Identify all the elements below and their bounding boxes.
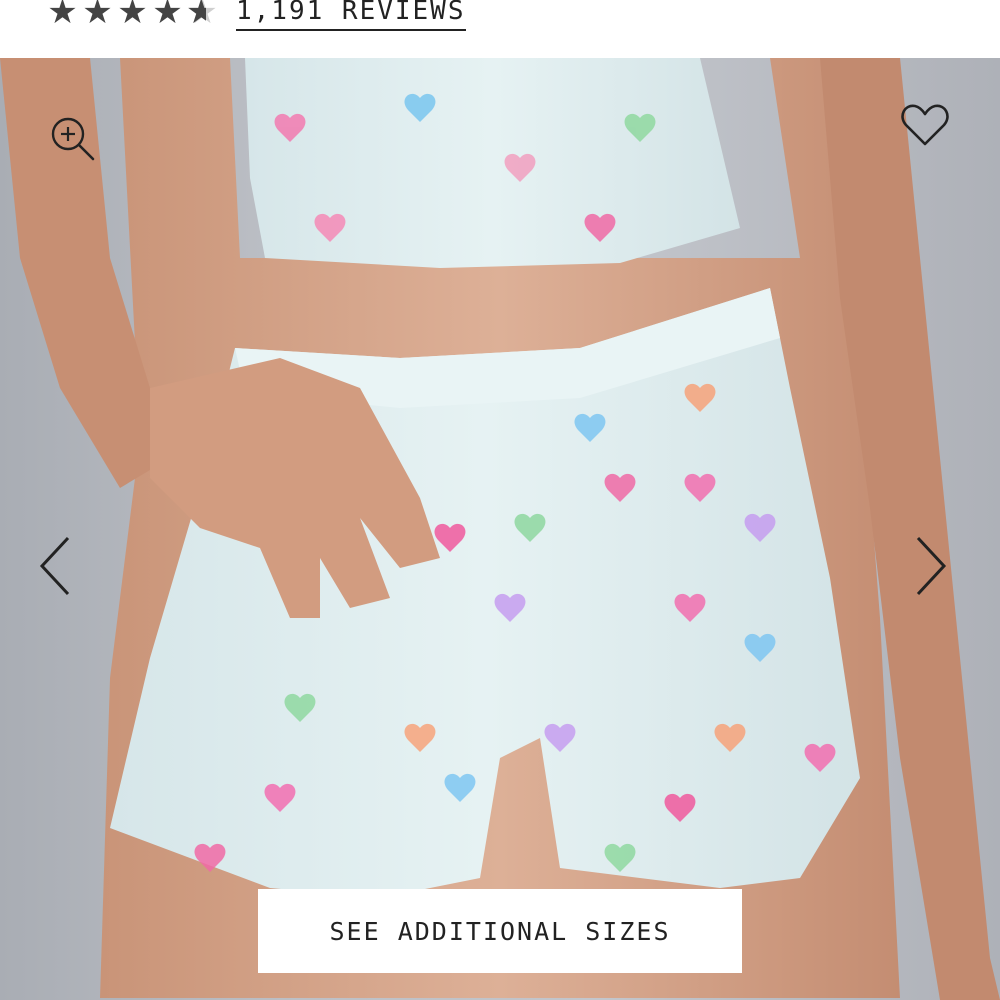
star-icon: ★ [152, 0, 183, 32]
zoom-in-icon [51, 117, 95, 161]
star-icon: ★ [82, 0, 113, 32]
heart-outline-icon [901, 104, 949, 146]
half-star-icon: ★ ★ [186, 0, 218, 32]
see-additional-sizes-button[interactable]: SEE ADDITIONAL SIZES [258, 889, 742, 973]
zoom-button[interactable] [48, 114, 102, 168]
product-photo [0, 58, 1000, 1000]
star-rating: ★ ★ ★ ★ ★ ★ [46, 0, 219, 32]
chevron-right-icon [916, 536, 947, 596]
chevron-left-icon [39, 536, 70, 596]
star-icon: ★ [117, 0, 148, 32]
next-image-button[interactable] [914, 534, 964, 606]
previous-image-button[interactable] [36, 534, 86, 606]
star-icon: ★ [47, 0, 78, 32]
rating-bar: ★ ★ ★ ★ ★ ★ 1,191 REVIEWS [0, 0, 1000, 58]
reviews-link[interactable]: 1,191 REVIEWS [236, 0, 466, 31]
product-image-carousel: SEE ADDITIONAL SIZES [0, 58, 1000, 1000]
wishlist-button[interactable] [900, 102, 962, 158]
